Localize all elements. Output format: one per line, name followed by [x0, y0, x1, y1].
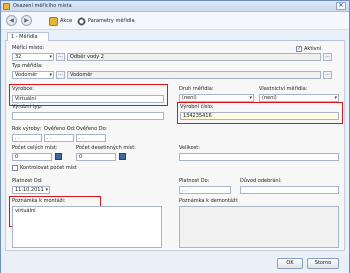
- tab-meridla[interactable]: 1 - Měřidla: [7, 32, 49, 41]
- valid-from-label: Platnost Od:: [12, 178, 43, 184]
- active-label: Aktivní: [304, 46, 322, 52]
- forward-button[interactable]: ▶: [21, 15, 32, 26]
- meter-type-label: Typ měřidla:: [12, 63, 43, 69]
- year-input[interactable]: . .: [12, 134, 42, 142]
- gear-icon: [77, 16, 86, 26]
- manufacturer-input[interactable]: Virtuální: [12, 95, 164, 103]
- check-digits-checkbox[interactable]: [12, 165, 18, 171]
- window-title: Osazení měřícího místa: [13, 3, 72, 9]
- verified-to-label: Ověřeno Do:: [76, 126, 108, 132]
- actions-menu[interactable]: Akce: [49, 16, 72, 26]
- measuring-point-name-browse[interactable]: ...: [323, 53, 332, 61]
- serial-number-label: Výrobní číslo:: [180, 104, 214, 110]
- removal-note-textarea[interactable]: [179, 206, 339, 248]
- dialog-window: Osazení měřícího místa ✕ ◀ ▶ Akce Parame…: [0, 0, 350, 273]
- whole-digits-spin-icon[interactable]: [55, 153, 62, 160]
- valid-to-label: Platnost Do:: [179, 178, 210, 184]
- title-bar: Osazení měřícího místa ✕: [1, 1, 349, 12]
- size-input[interactable]: [179, 153, 339, 161]
- verified-from-input[interactable]: . .: [44, 134, 74, 142]
- meter-type-name: Vodoměr: [67, 71, 321, 79]
- whole-digits-label: Počet celých míst:: [12, 145, 58, 151]
- dialog-footer: OK Storno: [1, 252, 349, 273]
- size-label: Velikost:: [179, 145, 200, 151]
- measuring-point-label: Měřící místo:: [12, 45, 45, 51]
- meter-parameters-button[interactable]: Parametry měřidla: [77, 16, 135, 26]
- production-type-label: Výrobní typ:: [12, 104, 43, 110]
- measuring-point-code[interactable]: 32: [12, 53, 54, 61]
- removal-reason-input[interactable]: [240, 186, 339, 194]
- serial-number-input[interactable]: 134235416: [180, 112, 339, 120]
- installation-note-label: Poznámka k montáži:: [12, 198, 66, 204]
- active-checkbox[interactable]: ✓: [296, 46, 302, 52]
- verified-from-label: Ověřeno Od:: [44, 126, 76, 132]
- back-button[interactable]: ◀: [6, 15, 17, 26]
- measuring-point-name: Odběr vody 2: [67, 53, 321, 61]
- decimal-digits-spin-icon[interactable]: [119, 153, 126, 160]
- whole-digits-input[interactable]: 0: [12, 153, 52, 161]
- removal-note-label: Poznámka k demontáži:: [179, 198, 239, 204]
- cancel-button[interactable]: Storno: [307, 258, 339, 269]
- meter-type-code[interactable]: Vodoměr: [12, 71, 54, 79]
- verified-to-input[interactable]: . .: [76, 134, 106, 142]
- actions-icon: [49, 16, 58, 26]
- valid-to-input[interactable]: . .: [179, 186, 231, 194]
- meter-type-name-browse[interactable]: ...: [323, 71, 332, 79]
- manufacturer-label: Výrobce:: [12, 86, 34, 92]
- app-icon: [3, 3, 10, 10]
- check-digits-label: Kontrolovat počet míst: [20, 165, 77, 171]
- close-button[interactable]: ✕: [336, 2, 346, 10]
- ok-button[interactable]: OK: [277, 258, 303, 269]
- ownership-select[interactable]: (není): [259, 94, 339, 102]
- meter-type-browse[interactable]: ...: [56, 71, 65, 79]
- tab-strip: 1 - Měřidla: [5, 32, 345, 41]
- toolbar: ◀ ▶ Akce Parametry měřidla: [1, 12, 349, 30]
- decimal-digits-label: Počet desetinných míst:: [76, 145, 136, 151]
- ownership-label: Vlastnictví měřidla:: [259, 86, 308, 92]
- installation-note-textarea[interactable]: virtuální: [12, 206, 162, 248]
- measuring-point-browse[interactable]: ...: [56, 53, 65, 61]
- meter-parameters-label: Parametry měřidla: [88, 18, 135, 24]
- production-type-input[interactable]: [12, 112, 164, 120]
- valid-from-input[interactable]: 11.10.2011: [12, 186, 50, 194]
- meter-kind-select[interactable]: (není): [179, 94, 254, 102]
- form-panel: Měřící místo: 32 ... Odběr vody 2 ... ✓ …: [5, 41, 345, 251]
- removal-reason-label: Důvod odebrání:: [240, 178, 282, 184]
- actions-label: Akce: [60, 18, 73, 24]
- meter-kind-label: Druh měřidla:: [179, 86, 214, 92]
- decimal-digits-input[interactable]: 0: [76, 153, 116, 161]
- year-label: Rok výroby:: [12, 126, 42, 132]
